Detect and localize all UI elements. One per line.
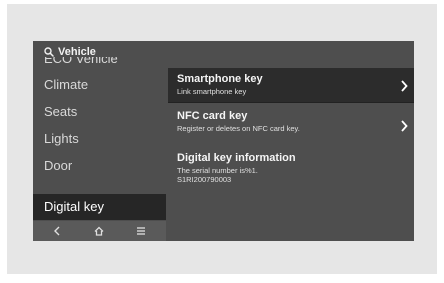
sidebar-item-label: Digital key (44, 199, 104, 214)
item-title: NFC card key (177, 110, 248, 122)
search-icon (44, 47, 54, 57)
content-panel: Smartphone key Link smartphone key NFC c… (168, 68, 414, 241)
digital-key-information-item[interactable]: Digital key information The serial numbe… (168, 152, 414, 192)
sidebar-item-seats[interactable]: Seats (33, 99, 166, 125)
infotainment-screen: Vehicle ECO Vehicle Climate Seats Lights… (33, 41, 414, 241)
bottom-nav-bar (33, 221, 166, 241)
smartphone-key-item[interactable]: Smartphone key Link smartphone key (168, 68, 414, 102)
sidebar-item-eco-vehicle[interactable]: ECO Vehicle (33, 57, 166, 73)
sidebar-item-lights[interactable]: Lights (33, 126, 166, 152)
sidebar: ECO Vehicle Climate Seats Lights Door Di… (33, 57, 166, 241)
chevron-right-icon (401, 120, 408, 132)
back-icon[interactable] (49, 223, 65, 239)
item-subtitle-line-2: S1RI200790003 (177, 175, 232, 184)
item-subtitle-line-1: The serial number is%1. (177, 166, 258, 175)
sidebar-item-label: Seats (44, 104, 78, 119)
item-subtitle: Link smartphone key (177, 87, 247, 96)
item-subtitle: Register or deletes on NFC card key. (177, 124, 300, 133)
sidebar-item-climate[interactable]: Climate (33, 72, 166, 98)
sidebar-item-label: Lights (44, 131, 79, 146)
menu-icon[interactable] (133, 223, 149, 239)
sidebar-item-label: Climate (44, 77, 89, 92)
sidebar-item-label: Door (44, 158, 73, 173)
sidebar-item-label: ECO Vehicle (44, 57, 118, 66)
item-title: Smartphone key (177, 73, 263, 85)
chevron-right-icon (401, 80, 408, 92)
home-icon[interactable] (91, 223, 107, 239)
sidebar-item-door[interactable]: Door (33, 153, 166, 179)
nfc-card-key-item[interactable]: NFC card key Register or deletes on NFC … (168, 110, 414, 142)
sidebar-item-digital-key[interactable]: Digital key (33, 194, 166, 220)
item-title: Digital key information (177, 152, 296, 164)
